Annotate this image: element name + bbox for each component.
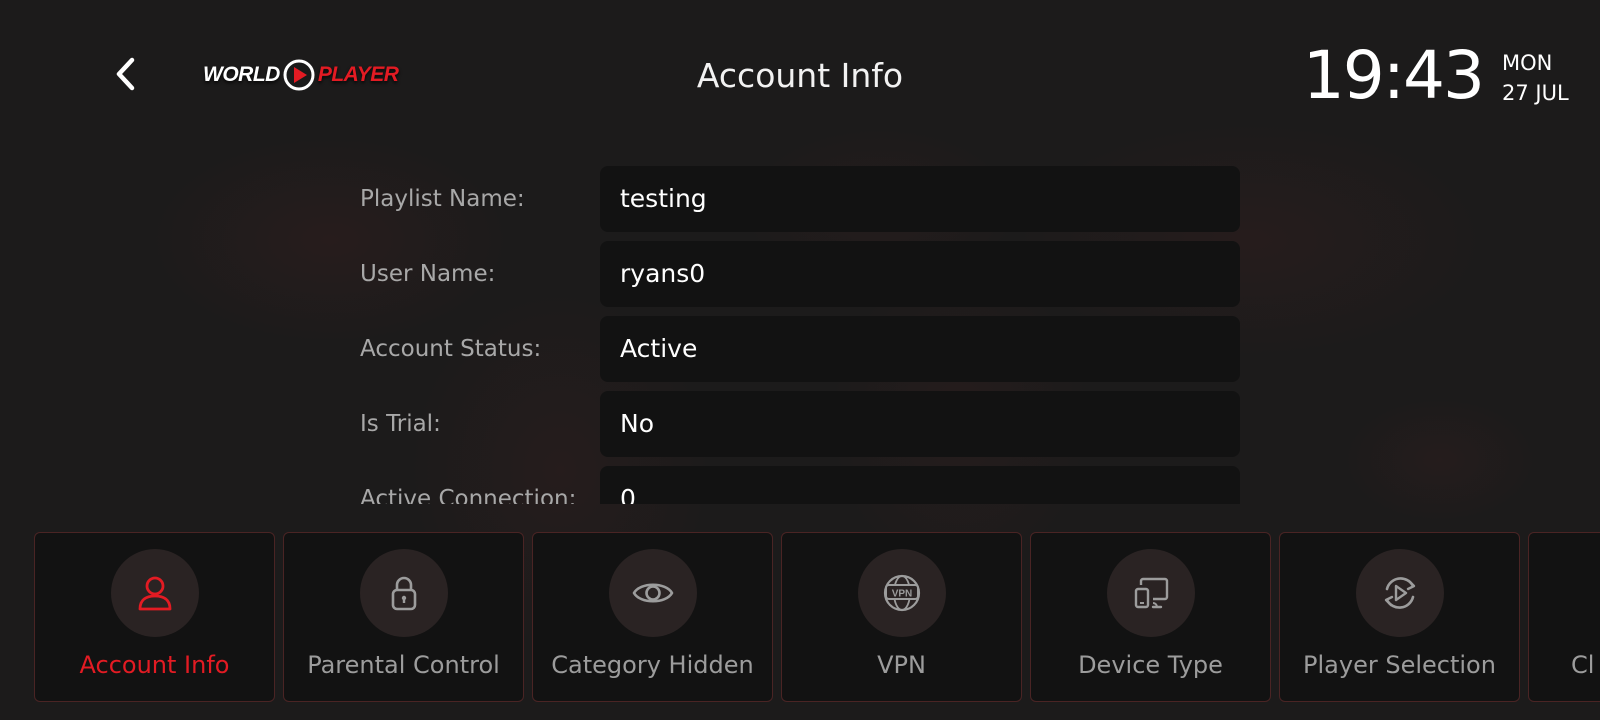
clock-time: 19:43 bbox=[1302, 37, 1485, 114]
tile-label: VPN bbox=[877, 651, 926, 679]
logo-text-player: PLAYER bbox=[317, 63, 399, 86]
tile-parental-control[interactable]: Parental Control bbox=[283, 532, 524, 702]
tile-player-selection[interactable]: Player Selection bbox=[1279, 532, 1520, 702]
info-label: Account Status: bbox=[360, 336, 542, 362]
info-label: Active Connection: bbox=[360, 486, 577, 504]
clock-day: MON bbox=[1502, 51, 1553, 75]
tile-account-info[interactable]: Account Info bbox=[34, 532, 275, 702]
tile-partial[interactable]: Cl bbox=[1528, 532, 1600, 702]
info-label: Playlist Name: bbox=[360, 186, 525, 212]
tile-device-type[interactable]: Device Type bbox=[1030, 532, 1271, 702]
chevron-left-icon bbox=[116, 57, 135, 91]
tile-label: Player Selection bbox=[1303, 651, 1496, 679]
tile-icon-circle bbox=[1106, 549, 1195, 637]
info-value: No bbox=[600, 391, 1240, 457]
play-logo-icon bbox=[283, 59, 315, 91]
account-info-list[interactable]: Playlist Name: testing User Name: ryans0… bbox=[340, 166, 1240, 504]
tile-icon-circle: VPN bbox=[857, 549, 946, 637]
info-row-account-status: Account Status: Active bbox=[340, 316, 1240, 382]
tile-label: Parental Control bbox=[307, 651, 500, 679]
lock-icon bbox=[391, 576, 416, 611]
clock-date: MON 27 JUL bbox=[1502, 48, 1569, 108]
info-value: 0 bbox=[600, 466, 1240, 504]
tile-label: Cl bbox=[1571, 651, 1595, 679]
tile-category-hidden[interactable]: Category Hidden bbox=[532, 532, 773, 702]
info-row-user-name: User Name: ryans0 bbox=[340, 241, 1240, 307]
clock-day-month: 27 JUL bbox=[1502, 81, 1569, 105]
info-value: testing bbox=[600, 166, 1240, 232]
info-row-active-connection: Active Connection: 0 bbox=[340, 466, 1240, 504]
tile-label: Category Hidden bbox=[551, 651, 754, 679]
vpn-globe-icon: VPN bbox=[883, 574, 920, 612]
world-player-logo: WORLD PLAYER bbox=[203, 55, 399, 95]
tile-label: Account Info bbox=[79, 651, 230, 679]
user-icon bbox=[138, 576, 171, 611]
info-value: Active bbox=[600, 316, 1240, 382]
info-label: User Name: bbox=[360, 261, 496, 287]
info-row-playlist-name: Playlist Name: testing bbox=[340, 166, 1240, 232]
svg-text:VPN: VPN bbox=[891, 589, 912, 600]
tile-icon-circle bbox=[608, 549, 697, 637]
info-value: ryans0 bbox=[600, 241, 1240, 307]
tile-icon-circle bbox=[1355, 549, 1444, 637]
tile-vpn[interactable]: VPN VPN bbox=[781, 532, 1022, 702]
info-label: Is Trial: bbox=[360, 411, 441, 437]
tile-icon-circle bbox=[359, 549, 448, 637]
devices-icon bbox=[1134, 577, 1168, 609]
page-title: Account Info bbox=[696, 56, 904, 95]
settings-tiles: Account Info Parental Control Category H… bbox=[34, 532, 1600, 702]
info-row-is-trial: Is Trial: No bbox=[340, 391, 1240, 457]
tile-icon-circle bbox=[110, 549, 199, 637]
eye-icon bbox=[632, 583, 673, 603]
logo-text-world: WORLD bbox=[203, 63, 280, 86]
player-refresh-icon bbox=[1384, 577, 1415, 609]
back-button[interactable] bbox=[106, 54, 146, 94]
tile-label: Device Type bbox=[1078, 651, 1223, 679]
